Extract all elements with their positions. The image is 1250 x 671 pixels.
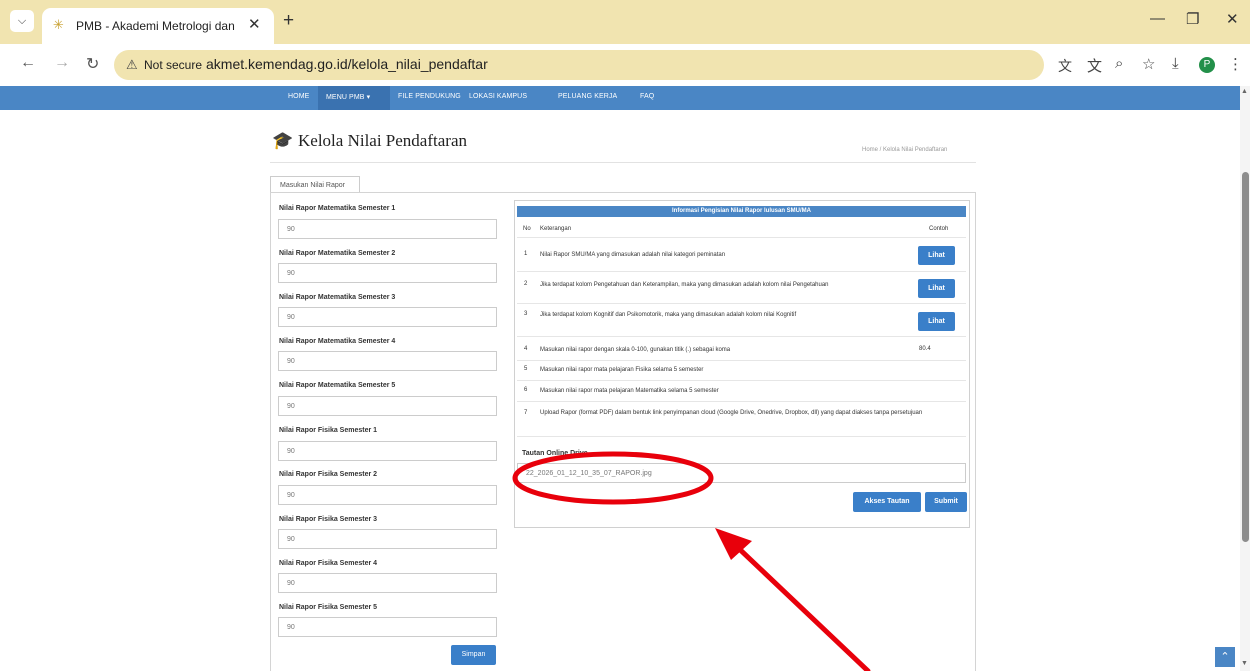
nav-lokasi-kampus[interactable]: LOKASI KAMPUS (469, 93, 527, 100)
field-label-fis-4: Nilai Rapor Fisika Semester 4 (279, 560, 378, 567)
chevron-up-icon: ⌃ (1220, 651, 1230, 663)
warning-icon: ⚠ (126, 57, 138, 72)
input-mat-4[interactable]: 90 (278, 351, 497, 371)
field-label-fis-3: Nilai Rapor Fisika Semester 3 (279, 516, 378, 523)
input-mat-1[interactable]: 90 (278, 219, 497, 239)
new-tab-icon[interactable]: + (283, 10, 294, 32)
row-text: Upload Rapor (format PDF) dalam bentuk l… (540, 410, 923, 416)
download-icon[interactable]: ⤓ (1172, 55, 1179, 72)
table-divider (517, 360, 966, 361)
table-divider (517, 380, 966, 381)
table-divider (517, 436, 966, 437)
lihat-button-1[interactable]: Lihat (918, 246, 955, 265)
field-label-mat-4: Nilai Rapor Matematika Semester 4 (279, 338, 396, 345)
security-label[interactable]: Not secure (144, 58, 202, 72)
window-close-icon[interactable]: ✕ (1226, 10, 1239, 28)
breadcrumb[interactable]: Home / Kelola Nilai Pendaftaran (862, 147, 947, 153)
field-label-fis-5: Nilai Rapor Fisika Semester 5 (279, 604, 378, 611)
table-divider (517, 237, 966, 238)
omnibox[interactable]: ⚠ Not secure akmet.kemendag.go.id/kelola… (114, 50, 1072, 80)
heading-divider (270, 162, 976, 163)
reload-icon[interactable]: ↻ (86, 54, 99, 74)
scroll-down-icon[interactable]: ▼ (1241, 660, 1248, 667)
lihat-button-3[interactable]: Lihat (918, 312, 955, 331)
back-to-top-button[interactable]: ⌃ (1215, 647, 1235, 667)
field-label-fis-2: Nilai Rapor Fisika Semester 2 (279, 471, 378, 478)
minimize-icon[interactable]: — (1150, 10, 1165, 27)
akses-tautan-button[interactable]: Akses Tautan (853, 492, 921, 512)
zoom-icon[interactable]: ⌕ (1115, 55, 1123, 72)
row-text: Masukan nilai rapor mata pelajaran Fisik… (540, 367, 704, 373)
input-fis-1[interactable]: 90 (278, 441, 497, 461)
scroll-up-icon[interactable]: ▲ (1241, 88, 1248, 95)
table-divider (517, 303, 966, 304)
row-example: 80.4 (919, 346, 931, 352)
row-number: 4 (524, 346, 528, 352)
page-title: Kelola Nilai Pendaftaran (298, 131, 467, 150)
nav-faq[interactable]: FAQ (640, 93, 654, 100)
input-fis-4[interactable]: 90 (278, 573, 497, 593)
row-number: 7 (524, 410, 528, 416)
browser-tab-strip: ⌵ ✳ PMB - Akademi Metrologi dan ✕ + — ❐ … (0, 0, 1250, 44)
row-text: Nilai Rapor SMU/MA yang dimasukan adalah… (540, 252, 726, 258)
browser-menu-icon[interactable]: ⋮ (1228, 55, 1243, 73)
nav-peluang-kerja[interactable]: PELUANG KERJA (558, 93, 617, 100)
nav-file-pendukung[interactable]: FILE PENDUKUNG (398, 93, 461, 100)
input-mat-5[interactable]: 90 (278, 396, 497, 416)
field-label-mat-3: Nilai Rapor Matematika Semester 3 (279, 294, 396, 301)
input-mat-3[interactable]: 90 (278, 307, 497, 327)
nav-home[interactable]: HOME (288, 93, 309, 100)
site-navbar: HOME MENU PMB ▾ FILE PENDUKUNG LOKASI KA… (0, 86, 1240, 110)
row-text: Masukan nilai rapor dengan skala 0-100, … (540, 347, 731, 353)
row-text: Jika terdapat kolom Kognitif dan Psikomo… (540, 312, 797, 318)
tab-masukan-nilai-rapor[interactable]: Masukan Nilai Rapor (270, 176, 360, 193)
column-header-no: No (523, 226, 531, 232)
lihat-button-2[interactable]: Lihat (918, 279, 955, 298)
submit-button[interactable]: Submit (925, 492, 967, 512)
screenshot: ⌵ ✳ PMB - Akademi Metrologi dan ✕ + — ❐ … (0, 0, 1250, 671)
site-favicon-icon: ✳ (53, 17, 64, 32)
scrollbar-thumb[interactable] (1242, 172, 1249, 542)
row-number: 5 (524, 366, 528, 372)
row-number: 2 (524, 281, 528, 287)
tab-search-icon[interactable]: ⌵ (10, 10, 34, 32)
bookmark-star-icon[interactable]: ☆ (1142, 55, 1155, 73)
nav-menu-pmb[interactable]: MENU PMB ▾ (326, 93, 370, 101)
input-fis-3[interactable]: 90 (278, 529, 497, 549)
info-header: Informasi Pengisian Nilai Rapor lulusan … (517, 206, 966, 217)
graduation-cap-icon: 🎓 (272, 131, 294, 150)
field-label-mat-1: Nilai Rapor Matematika Semester 1 (279, 205, 396, 212)
table-divider (517, 271, 966, 272)
restore-icon[interactable]: ❐ (1186, 10, 1199, 28)
field-label-fis-1: Nilai Rapor Fisika Semester 1 (279, 427, 378, 434)
input-fis-2[interactable]: 90 (278, 485, 497, 505)
column-header-contoh: Contoh (929, 226, 949, 232)
tab-title: PMB - Akademi Metrologi dan (76, 19, 235, 33)
row-number: 3 (524, 311, 528, 317)
profile-avatar[interactable]: P (1199, 57, 1215, 73)
translate-icon[interactable]: 文 (1087, 55, 1102, 76)
row-text: Masukan nilai rapor mata pelajaran Matem… (540, 388, 719, 394)
back-icon[interactable]: ← (20, 54, 36, 72)
browser-tab[interactable]: ✳ PMB - Akademi Metrologi dan ✕ (42, 8, 274, 44)
table-divider (517, 401, 966, 402)
tab-close-icon[interactable]: ✕ (248, 15, 261, 33)
forward-icon[interactable]: → (54, 54, 70, 72)
save-button[interactable]: Simpan (451, 645, 496, 665)
address-bar-row: ← → ↻ ⚠ Not secure akmet.kemendag.go.id/… (0, 44, 1250, 86)
row-number: 6 (524, 387, 528, 393)
input-fis-5[interactable]: 90 (278, 617, 497, 637)
translate-icon[interactable]: 文 (1058, 56, 1072, 76)
row-number: 1 (524, 251, 528, 257)
input-mat-2[interactable]: 90 (278, 263, 497, 283)
url-text[interactable]: akmet.kemendag.go.id/kelola_nilai_pendaf… (206, 56, 488, 72)
table-divider (517, 336, 966, 337)
nav-menu-pmb-label: MENU PMB (326, 94, 365, 101)
online-drive-link-input[interactable]: 22_2026_01_12_10_35_07_RAPOR.jpg (517, 463, 966, 483)
row-text: Jika terdapat kolom Pengetahuan dan Kete… (540, 282, 829, 288)
field-label-mat-2: Nilai Rapor Matematika Semester 2 (279, 250, 396, 257)
link-label: Tautan Online Drive (522, 450, 588, 457)
column-header-keterangan: Keterangan (540, 226, 572, 232)
field-label-mat-5: Nilai Rapor Matematika Semester 5 (279, 382, 396, 389)
